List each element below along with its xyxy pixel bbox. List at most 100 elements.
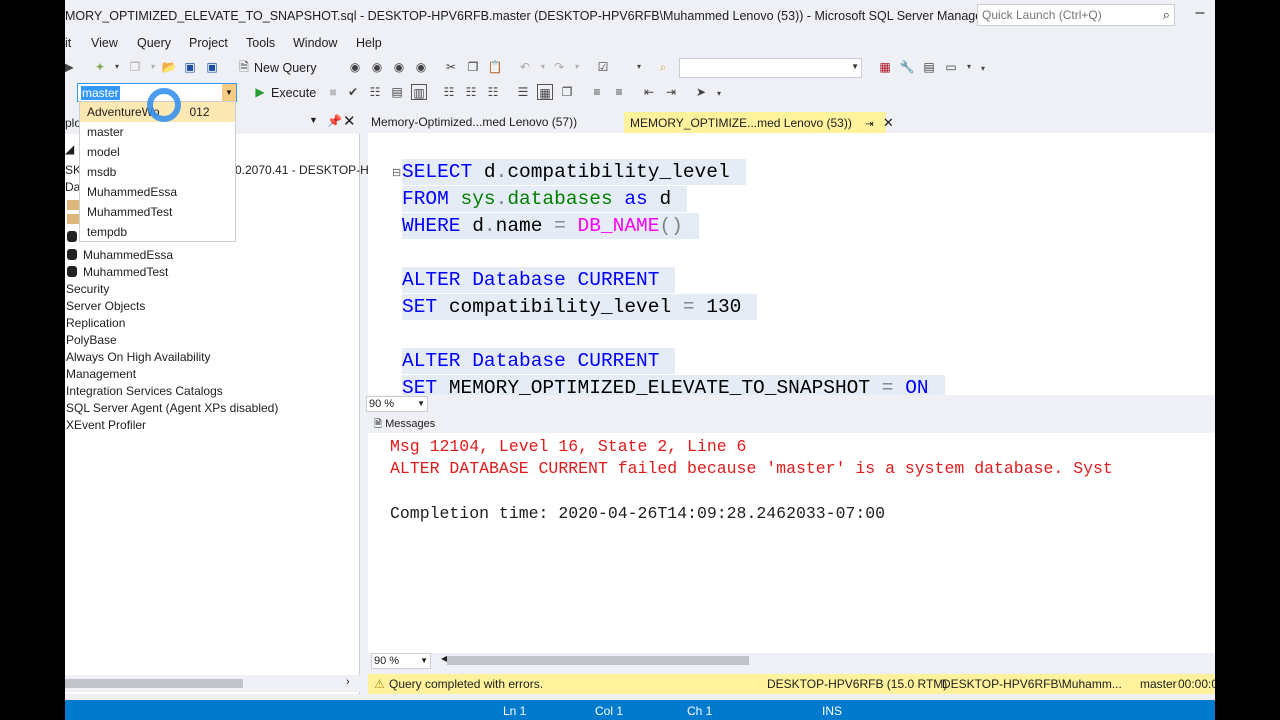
copy-icon[interactable]: ❐ (465, 59, 481, 75)
chevron-down-icon[interactable]: ▾ (631, 59, 647, 75)
properties-window-icon[interactable]: ▦ (877, 59, 893, 75)
results-zoom-combo[interactable]: 90 % ▼ (371, 653, 431, 669)
tree-item-management[interactable]: Management (66, 367, 136, 381)
results-hscrollbar[interactable]: ◀ (441, 653, 1215, 669)
results-messages-pane[interactable]: Msg 12104, Level 16, State 2, Line 6 ALT… (368, 433, 1215, 653)
scrollbar-thumb[interactable] (65, 679, 243, 688)
tree-item-polybase[interactable]: PolyBase (66, 333, 117, 347)
dropdown-option-msdb[interactable]: msdb (80, 162, 235, 182)
tree-item-integration-services[interactable]: Integration Services Catalogs (66, 384, 223, 398)
close-icon[interactable]: ✕ (343, 112, 356, 130)
results-to-text-icon[interactable]: ☰ (515, 84, 531, 100)
database-engine-query-icon[interactable]: ◉ (347, 59, 363, 75)
tree-item-server-objects[interactable]: Server Objects (66, 299, 145, 313)
tree-item-sql-server-agent[interactable]: SQL Server Agent (Agent XPs disabled) (66, 401, 278, 415)
find-combo[interactable]: ▼ (679, 58, 862, 78)
dropdown-option-master[interactable]: master (80, 122, 235, 142)
decrease-indent-icon[interactable]: ⇤ (641, 84, 657, 100)
results-to-file-icon[interactable]: ❐ (559, 84, 575, 100)
query-designer-icon[interactable]: ▤ (389, 84, 405, 100)
quick-launch-input[interactable] (978, 5, 1148, 25)
menu-edit[interactable]: it (65, 36, 71, 50)
open-file-icon[interactable]: 📂 (161, 59, 177, 75)
xmla-query-icon[interactable]: ◉ (413, 59, 429, 75)
parse-icon[interactable]: ✔ (345, 84, 361, 100)
tree-item-muhammedessa[interactable]: MuhammedEssa (67, 248, 173, 262)
new-project-icon[interactable]: ✦ (92, 59, 108, 75)
toolbar-options-icon[interactable]: ▾ (711, 86, 727, 102)
comment-icon[interactable]: ≡ (589, 84, 605, 100)
dropdown-option-muhammedtest[interactable]: MuhammedTest (80, 202, 235, 222)
undo-icon[interactable]: ↶ (517, 59, 533, 75)
pin-icon[interactable]: 📌 (327, 114, 342, 128)
execute-button[interactable]: Execute (271, 86, 316, 100)
wrench-icon[interactable]: 🔧 (899, 59, 915, 75)
cut-icon[interactable]: ✂ (443, 59, 459, 75)
cancel-query-icon[interactable]: ■ (325, 84, 341, 100)
search-icon[interactable]: ⌕ (1163, 7, 1170, 23)
tree-item-xevent-profiler[interactable]: XEvent Profiler (66, 418, 146, 432)
code-line[interactable]: FROM sys.databases as d (402, 186, 688, 212)
activity-monitor-icon[interactable]: ☑ (595, 59, 611, 75)
dmx-query-icon[interactable]: ◉ (391, 59, 407, 75)
save-icon[interactable]: ▣ (182, 59, 198, 75)
tree-item-always-on[interactable]: Always On High Availability (66, 350, 211, 364)
menu-help[interactable]: Help (356, 36, 382, 50)
chevron-down-icon[interactable]: ▼ (420, 654, 428, 668)
find-in-files-icon[interactable]: ⌕ (655, 59, 671, 75)
code-line[interactable]: SELECT d.compatibility_level (402, 159, 746, 185)
toolbar-options-icon[interactable]: ▾ (975, 61, 991, 77)
expand-icon[interactable]: ◢ (65, 142, 74, 156)
object-explorer-hscrollbar[interactable]: › (65, 675, 360, 692)
include-plan-icon[interactable]: ☷ (441, 84, 457, 100)
new-query-icon[interactable]: 🗎 (236, 59, 252, 75)
database-selected-value[interactable]: master (81, 86, 120, 100)
dropdown-option-model[interactable]: model (80, 142, 235, 162)
chevron-down-icon[interactable]: ▼ (309, 115, 318, 125)
server-node-version[interactable]: 0.2070.41 - DESKTOP-H (235, 163, 369, 177)
specify-values-icon[interactable]: ➤ (693, 84, 709, 100)
save-all-icon[interactable]: ▣ (204, 59, 220, 75)
code-line[interactable]: SET MEMORY_OPTIMIZED_ELEVATE_TO_SNAPSHOT… (402, 375, 945, 395)
code-line[interactable]: ALTER Database CURRENT (402, 267, 676, 293)
client-stats-icon[interactable]: ☷ (485, 84, 501, 100)
menu-view[interactable]: View (91, 36, 118, 50)
code-line[interactable]: WHERE d.name = DB_NAME() (402, 213, 699, 239)
tab-messages[interactable]: 🗎 Messages (370, 414, 450, 434)
new-query-button[interactable]: New Query (254, 61, 317, 75)
quick-launch-box[interactable]: ⌕ (977, 4, 1175, 26)
redo-icon[interactable]: ↷ (551, 59, 567, 75)
code-line[interactable]: SET compatibility_level = 130 (402, 294, 758, 320)
menu-project[interactable]: Project (189, 36, 228, 50)
intellisense-icon[interactable]: ▥ (411, 84, 427, 100)
mdx-query-icon[interactable]: ◉ (369, 59, 385, 75)
pin-icon[interactable]: ⇥ (865, 119, 873, 130)
chevron-down-icon[interactable]: ▼ (417, 397, 425, 411)
dropdown-option-tempdb[interactable]: tempdb (80, 222, 235, 242)
tab-memory-optimize-53[interactable]: MEMORY_OPTIMIZE...med Lenovo (53)) ⇥ ✕ (624, 112, 894, 133)
chevron-down-icon[interactable]: ▾ (109, 59, 125, 75)
uncomment-icon[interactable]: ≡ (611, 84, 627, 100)
command-window-icon[interactable]: ▭ (943, 59, 959, 75)
dropdown-option-muhammedessa[interactable]: MuhammedEssa (80, 182, 235, 202)
tab-memory-optimized-57[interactable]: Memory-Optimized...med Lenovo (57)) (365, 112, 623, 133)
tree-item-security[interactable]: Security (66, 282, 109, 296)
menu-query[interactable]: Query (137, 36, 171, 50)
editor-zoom-combo[interactable]: 90 % ▼ (366, 396, 428, 412)
query-editor[interactable]: ⊟ SELECT d.compatibility_level FROM sys.d… (368, 133, 1215, 395)
chevron-down-icon[interactable]: ▾ (535, 59, 551, 75)
paste-icon[interactable]: 📋 (487, 59, 503, 75)
menu-tools[interactable]: Tools (246, 36, 275, 50)
chevron-down-icon[interactable]: ▾ (569, 59, 585, 75)
menu-window[interactable]: Window (293, 36, 337, 50)
estimated-plan-icon[interactable]: ☷ (367, 84, 383, 100)
toolbox-icon[interactable]: ▤ (921, 59, 937, 75)
chevron-right-icon[interactable]: › (346, 676, 350, 688)
add-item-icon[interactable]: ❐ (127, 59, 143, 75)
results-to-grid-icon[interactable]: ▦ (537, 84, 553, 100)
chevron-down-icon[interactable]: ▼ (222, 84, 236, 101)
close-icon[interactable]: ✕ (883, 115, 894, 130)
chevron-down-icon[interactable]: ▾ (145, 59, 161, 75)
tree-item-replication[interactable]: Replication (66, 316, 125, 330)
navigate-forward-icon[interactable]: ▶ (65, 59, 77, 75)
